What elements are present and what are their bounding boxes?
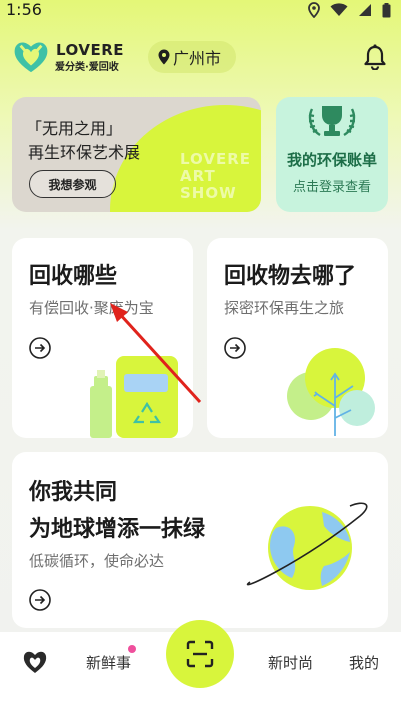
card-title: 回收哪些: [29, 264, 118, 289]
wifi-icon: [330, 3, 348, 16]
account-subtitle: 点击登录查看: [292, 180, 371, 195]
app-header: LOVERE 爱分类·爱回收 广州市: [0, 32, 401, 82]
tab-news[interactable]: 新鲜事: [86, 652, 131, 673]
card-title-line1: 你我共同: [29, 480, 118, 505]
arrow-right-circle-icon[interactable]: [224, 337, 246, 359]
recycle-bin-illustration: [90, 356, 178, 438]
visit-button[interactable]: 我想参观: [29, 170, 116, 198]
card-subtitle: 有偿回收·聚废为宝: [29, 299, 154, 317]
lovere-logo-icon: [14, 42, 48, 73]
card-title: 回收物去哪了: [224, 264, 357, 289]
battery-icon: [382, 2, 391, 17]
card-subtitle: 低碳循环，使命必达: [29, 552, 165, 570]
banner-watermark: LOVERE ART SHOW: [179, 150, 251, 202]
scan-button[interactable]: [166, 620, 234, 688]
city-selector[interactable]: 广州市: [148, 41, 236, 73]
signal-icon: [359, 4, 371, 16]
card-title-line2: 为地球增添一抹绿: [29, 517, 206, 542]
scan-icon: [186, 640, 214, 668]
card-subtitle: 探密环保再生之旅: [224, 299, 345, 317]
tree-illustration: [287, 348, 375, 436]
art-show-banner[interactable]: 「无用之用」 再生环保艺术展 我想参观 LOVERE ART SHOW: [12, 97, 261, 212]
new-content-badge: [128, 645, 136, 653]
arrow-right-circle-icon[interactable]: [29, 337, 51, 359]
tab-mine[interactable]: 我的: [349, 652, 379, 673]
status-bar: 1:56: [0, 0, 401, 22]
recycle-what-card[interactable]: 回收哪些 有偿回收·聚废为宝: [12, 238, 193, 438]
location-status-icon: [308, 2, 320, 18]
trophy-icon: [308, 106, 356, 137]
city-label: 广州市: [173, 49, 222, 68]
tab-fashion[interactable]: 新时尚: [268, 652, 313, 673]
status-time: 1:56: [6, 0, 42, 19]
banner-title-line1: 「无用之用」: [26, 119, 123, 138]
earth-illustration: [246, 502, 368, 590]
home-tab-logo-icon[interactable]: [22, 650, 48, 674]
green-earth-card[interactable]: 你我共同 为地球增添一抹绿 低碳循环，使命必达: [12, 452, 388, 628]
account-title: 我的环保账单: [286, 151, 377, 169]
status-icons: [308, 2, 391, 18]
where-recyclables-go-card[interactable]: 回收物去哪了 探密环保再生之旅: [207, 238, 388, 438]
notification-bell-icon[interactable]: [363, 44, 387, 70]
banner-title-line2: 再生环保艺术展: [28, 143, 141, 162]
brand-slogan: 爱分类·爱回收: [55, 62, 119, 73]
arrow-right-circle-icon[interactable]: [29, 589, 51, 611]
location-pin-icon: [158, 49, 170, 65]
eco-account-card[interactable]: 我的环保账单 点击登录查看: [276, 97, 388, 212]
brand-name: LOVERE: [56, 41, 125, 59]
